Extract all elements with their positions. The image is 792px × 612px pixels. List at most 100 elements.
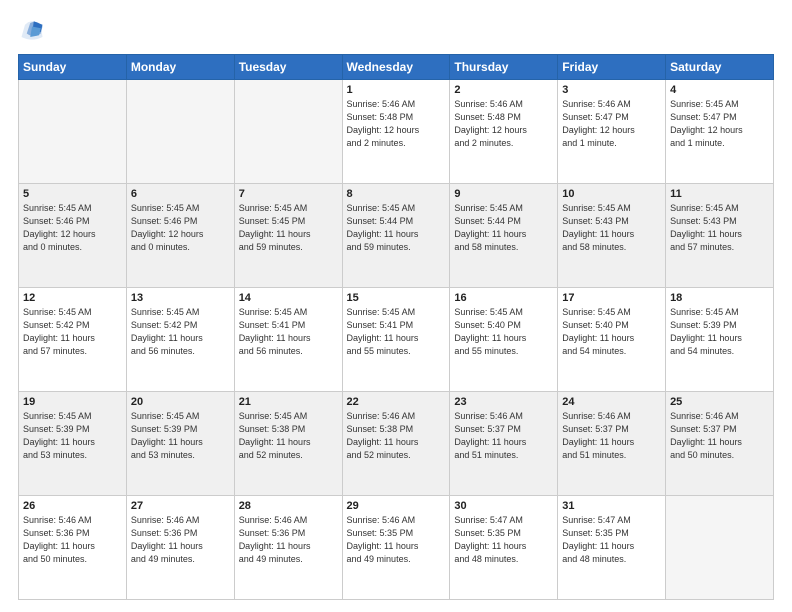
calendar-day-cell: 4Sunrise: 5:45 AM Sunset: 5:47 PM Daylig… xyxy=(666,80,774,184)
day-info: Sunrise: 5:45 AM Sunset: 5:42 PM Dayligh… xyxy=(23,306,122,358)
calendar-day-cell: 19 Sunrise: 5:45 AM Sunset: 5:39 PM Dayli… xyxy=(19,392,127,496)
logo xyxy=(18,16,50,44)
day-info: Sunrise: 5:46 AM Sunset: 5:38 PM Dayligh… xyxy=(347,410,446,462)
calendar-day-cell: 25 Sunrise: 5:46 AM Sunset: 5:37 PM Dayli… xyxy=(666,392,774,496)
calendar-day-cell: 14 Sunrise: 5:45 AM Sunset: 5:41 PM Dayli… xyxy=(234,288,342,392)
day-number: 23 xyxy=(454,396,553,408)
weekday-header-saturday: Saturday xyxy=(666,55,774,80)
day-number: 12 xyxy=(23,292,122,304)
calendar-day-cell: 11Sunrise: 5:45 AM Sunset: 5:43 PM Dayli… xyxy=(666,184,774,288)
day-number: 28 xyxy=(239,500,338,512)
day-number: 18 xyxy=(670,292,769,304)
calendar-day-cell: 2 Sunrise: 5:46 AM Sunset: 5:48 PM Daylig… xyxy=(450,80,558,184)
calendar-day-cell: 30 Sunrise: 5:47 AM Sunset: 5:35 PM Dayli… xyxy=(450,496,558,600)
calendar-day-cell: 16 Sunrise: 5:45 AM Sunset: 5:40 PM Dayli… xyxy=(450,288,558,392)
day-info: Sunrise: 5:45 AM Sunset: 5:38 PM Dayligh… xyxy=(239,410,338,462)
day-number: 1 xyxy=(347,84,446,96)
calendar-day-cell: 5 Sunrise: 5:45 AM Sunset: 5:46 PM Daylig… xyxy=(19,184,127,288)
calendar-week-row: 19 Sunrise: 5:45 AM Sunset: 5:39 PM Dayli… xyxy=(19,392,774,496)
day-info: Sunrise: 5:45 AM Sunset: 5:41 PM Dayligh… xyxy=(239,306,338,358)
calendar-day-cell xyxy=(666,496,774,600)
day-info: Sunrise: 5:47 AM Sunset: 5:35 PM Dayligh… xyxy=(562,514,661,566)
day-number: 26 xyxy=(23,500,122,512)
calendar-day-cell: 31 Sunrise: 5:47 AM Sunset: 5:35 PM Dayli… xyxy=(558,496,666,600)
day-info: Sunrise: 5:47 AM Sunset: 5:35 PM Dayligh… xyxy=(454,514,553,566)
day-info: Sunrise: 5:45 AM Sunset: 5:44 PM Dayligh… xyxy=(347,202,446,254)
day-info: Sunrise: 5:45 AM Sunset: 5:39 PM Dayligh… xyxy=(23,410,122,462)
day-info: Sunrise: 5:46 AM Sunset: 5:36 PM Dayligh… xyxy=(131,514,230,566)
calendar-day-cell: 22 Sunrise: 5:46 AM Sunset: 5:38 PM Dayli… xyxy=(342,392,450,496)
day-number: 3 xyxy=(562,84,661,96)
day-info: Sunrise: 5:45 AM Sunset: 5:45 PM Dayligh… xyxy=(239,202,338,254)
day-info: Sunrise: 5:45 AM Sunset: 5:39 PM Dayligh… xyxy=(670,306,769,358)
weekday-header-monday: Monday xyxy=(126,55,234,80)
calendar-day-cell: 28 Sunrise: 5:46 AM Sunset: 5:36 PM Dayli… xyxy=(234,496,342,600)
day-number: 16 xyxy=(454,292,553,304)
calendar-day-cell: 10 Sunrise: 5:45 AM Sunset: 5:43 PM Dayli… xyxy=(558,184,666,288)
day-info: Sunrise: 5:46 AM Sunset: 5:35 PM Dayligh… xyxy=(347,514,446,566)
calendar-day-cell: 23 Sunrise: 5:46 AM Sunset: 5:37 PM Dayli… xyxy=(450,392,558,496)
calendar-week-row: 1 Sunrise: 5:46 AM Sunset: 5:48 PM Daylig… xyxy=(19,80,774,184)
day-number: 10 xyxy=(562,188,661,200)
day-number: 2 xyxy=(454,84,553,96)
day-info: Sunrise: 5:46 AM Sunset: 5:47 PM Dayligh… xyxy=(562,98,661,150)
day-info: Sunrise: 5:46 AM Sunset: 5:37 PM Dayligh… xyxy=(670,410,769,462)
weekday-header-row: SundayMondayTuesdayWednesdayThursdayFrid… xyxy=(19,55,774,80)
weekday-header-wednesday: Wednesday xyxy=(342,55,450,80)
day-number: 29 xyxy=(347,500,446,512)
calendar-day-cell: 17 Sunrise: 5:45 AM Sunset: 5:40 PM Dayli… xyxy=(558,288,666,392)
day-number: 14 xyxy=(239,292,338,304)
day-info: Sunrise: 5:46 AM Sunset: 5:36 PM Dayligh… xyxy=(23,514,122,566)
header xyxy=(18,16,774,44)
day-info: Sunrise: 5:46 AM Sunset: 5:37 PM Dayligh… xyxy=(562,410,661,462)
calendar-day-cell: 6 Sunrise: 5:45 AM Sunset: 5:46 PM Daylig… xyxy=(126,184,234,288)
day-number: 17 xyxy=(562,292,661,304)
day-info: Sunrise: 5:45 AM Sunset: 5:40 PM Dayligh… xyxy=(454,306,553,358)
day-number: 27 xyxy=(131,500,230,512)
calendar-day-cell: 24Sunrise: 5:46 AM Sunset: 5:37 PM Dayli… xyxy=(558,392,666,496)
day-number: 30 xyxy=(454,500,553,512)
calendar-day-cell: 7 Sunrise: 5:45 AM Sunset: 5:45 PM Daylig… xyxy=(234,184,342,288)
calendar-day-cell: 3 Sunrise: 5:46 AM Sunset: 5:47 PM Daylig… xyxy=(558,80,666,184)
calendar-day-cell xyxy=(19,80,127,184)
day-info: Sunrise: 5:46 AM Sunset: 5:37 PM Dayligh… xyxy=(454,410,553,462)
calendar-day-cell: 21 Sunrise: 5:45 AM Sunset: 5:38 PM Dayli… xyxy=(234,392,342,496)
day-number: 9 xyxy=(454,188,553,200)
day-info: Sunrise: 5:46 AM Sunset: 5:48 PM Dayligh… xyxy=(454,98,553,150)
calendar-day-cell: 26 Sunrise: 5:46 AM Sunset: 5:36 PM Dayli… xyxy=(19,496,127,600)
day-info: Sunrise: 5:45 AM Sunset: 5:39 PM Dayligh… xyxy=(131,410,230,462)
day-info: Sunrise: 5:45 AM Sunset: 5:41 PM Dayligh… xyxy=(347,306,446,358)
logo-icon xyxy=(18,16,46,44)
day-number: 7 xyxy=(239,188,338,200)
day-number: 25 xyxy=(670,396,769,408)
page: SundayMondayTuesdayWednesdayThursdayFrid… xyxy=(0,0,792,612)
day-number: 19 xyxy=(23,396,122,408)
day-info: Sunrise: 5:45 AM Sunset: 5:40 PM Dayligh… xyxy=(562,306,661,358)
day-number: 5 xyxy=(23,188,122,200)
calendar-week-row: 26 Sunrise: 5:46 AM Sunset: 5:36 PM Dayli… xyxy=(19,496,774,600)
day-number: 6 xyxy=(131,188,230,200)
day-number: 31 xyxy=(562,500,661,512)
calendar-week-row: 5 Sunrise: 5:45 AM Sunset: 5:46 PM Daylig… xyxy=(19,184,774,288)
calendar-day-cell: 12 Sunrise: 5:45 AM Sunset: 5:42 PM Dayli… xyxy=(19,288,127,392)
day-info: Sunrise: 5:46 AM Sunset: 5:36 PM Dayligh… xyxy=(239,514,338,566)
day-number: 22 xyxy=(347,396,446,408)
weekday-header-friday: Friday xyxy=(558,55,666,80)
calendar-day-cell: 20Sunrise: 5:45 AM Sunset: 5:39 PM Dayli… xyxy=(126,392,234,496)
weekday-header-sunday: Sunday xyxy=(19,55,127,80)
calendar-day-cell: 1Sunrise: 5:46 AM Sunset: 5:48 PM Daylig… xyxy=(342,80,450,184)
calendar-week-row: 12 Sunrise: 5:45 AM Sunset: 5:42 PM Dayli… xyxy=(19,288,774,392)
day-number: 15 xyxy=(347,292,446,304)
day-info: Sunrise: 5:45 AM Sunset: 5:43 PM Dayligh… xyxy=(562,202,661,254)
day-number: 21 xyxy=(239,396,338,408)
day-number: 4 xyxy=(670,84,769,96)
calendar-day-cell: 27 Sunrise: 5:46 AM Sunset: 5:36 PM Dayli… xyxy=(126,496,234,600)
day-number: 8 xyxy=(347,188,446,200)
day-info: Sunrise: 5:45 AM Sunset: 5:46 PM Dayligh… xyxy=(23,202,122,254)
calendar-table: SundayMondayTuesdayWednesdayThursdayFrid… xyxy=(18,54,774,600)
calendar-day-cell: 9Sunrise: 5:45 AM Sunset: 5:44 PM Daylig… xyxy=(450,184,558,288)
day-number: 11 xyxy=(670,188,769,200)
day-number: 13 xyxy=(131,292,230,304)
calendar-day-cell: 18 Sunrise: 5:45 AM Sunset: 5:39 PM Dayli… xyxy=(666,288,774,392)
day-info: Sunrise: 5:45 AM Sunset: 5:46 PM Dayligh… xyxy=(131,202,230,254)
